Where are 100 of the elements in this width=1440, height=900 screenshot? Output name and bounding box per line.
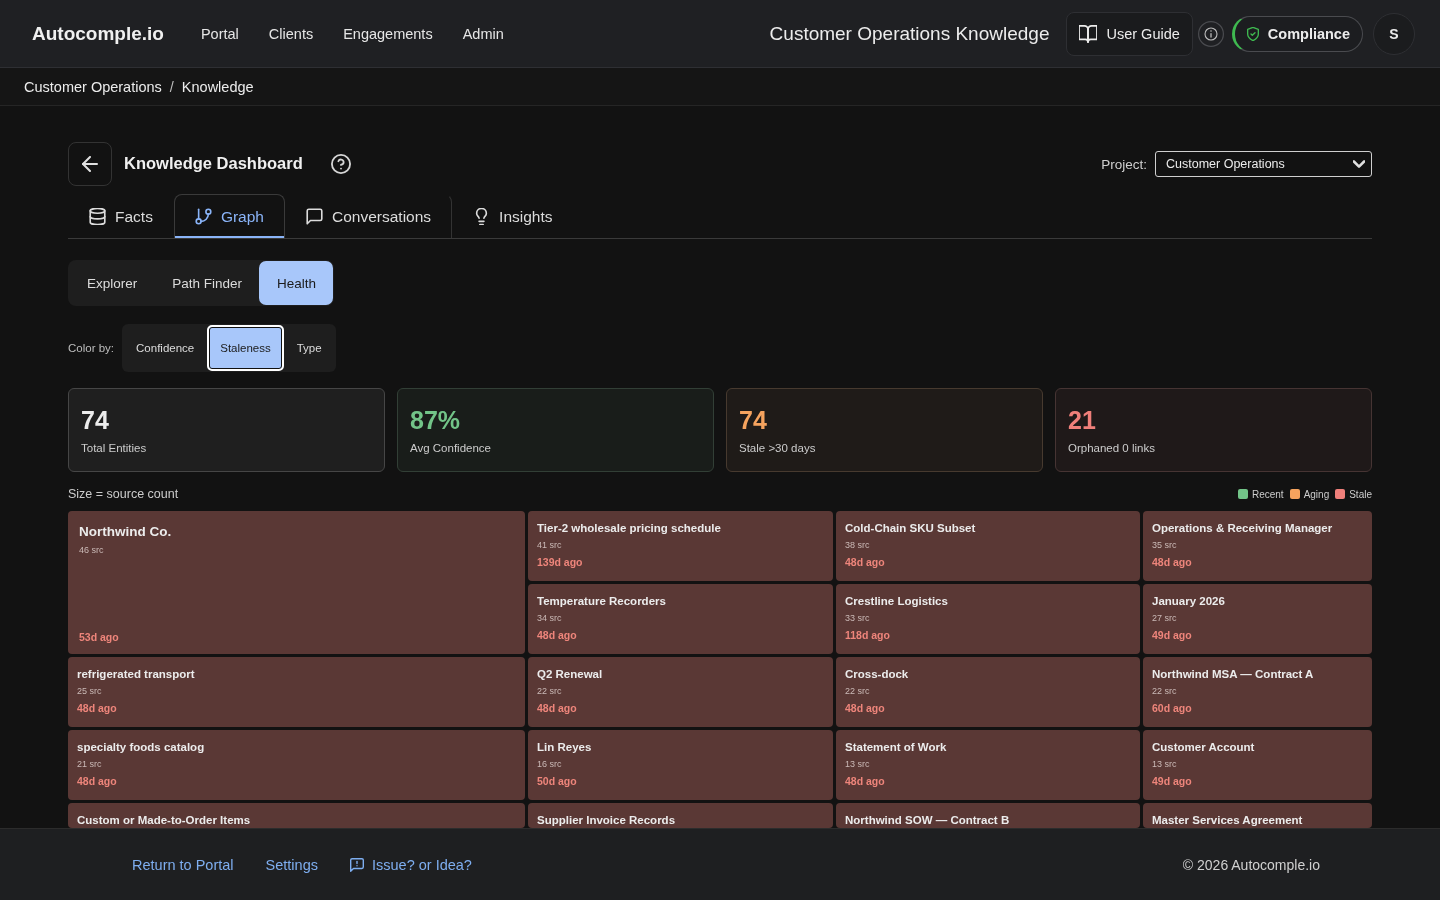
segment-button[interactable]: Confidence [123, 325, 208, 371]
treemap-tile[interactable]: Temperature Recorders 34 src 48d ago [528, 584, 833, 654]
avatar-button[interactable]: S [1373, 12, 1415, 55]
breadcrumb-link[interactable]: Customer Operations [24, 78, 162, 95]
tile-title: Customer Account [1152, 740, 1256, 754]
treemap-tile[interactable]: refrigerated transport 25 src 48d ago [68, 657, 525, 727]
tile-title: January 2026 [1152, 594, 1226, 608]
tile-source-count: 13 src [845, 758, 871, 770]
tile-title: Crestline Logistics [845, 594, 949, 608]
tile-source-count: 38 src [845, 539, 871, 551]
tile-title: Cold-Chain SKU Subset [845, 521, 977, 535]
tile-title: Lin Reyes [537, 740, 593, 754]
stat-label: Avg Confidence [410, 442, 492, 454]
tab[interactable]: Insights [452, 194, 574, 238]
book-icon [1079, 24, 1098, 43]
brand-link[interactable]: Autocomple.io [32, 22, 164, 45]
tile-age: 48d ago [845, 702, 886, 715]
treemap-tile[interactable]: Q2 Renewal 22 src 48d ago [528, 657, 833, 727]
user-guide-button[interactable]: User Guide [1066, 11, 1193, 56]
tile-age: 48d ago [1152, 556, 1193, 569]
treemap-tile[interactable]: Cross-dock 22 src 48d ago [836, 657, 1140, 727]
footer-link[interactable]: Settings [265, 856, 318, 873]
tile-source-count: 33 src [845, 612, 871, 624]
tab[interactable]: Facts [68, 194, 174, 238]
tile-source-count: 34 src [537, 612, 563, 624]
tile-title: specialty foods catalog [77, 740, 206, 754]
stat-value: 74 [81, 406, 110, 434]
treemap-tile[interactable]: Statement of Work 13 src 48d ago [836, 730, 1140, 800]
chat-bubble-icon [306, 208, 323, 225]
project-select[interactable]: Customer Operations [1155, 151, 1372, 177]
footer-link[interactable]: Return to Portal [132, 856, 234, 873]
arrow-left-icon [82, 156, 98, 172]
nav-link[interactable]: Portal [200, 25, 239, 42]
nav-link[interactable]: Clients [268, 25, 314, 42]
back-button[interactable] [68, 142, 112, 186]
help-icon[interactable] [330, 154, 351, 174]
tile-source-count: 27 src [1152, 612, 1178, 624]
tile-title: Temperature Recorders [537, 594, 667, 608]
tile-source-count: 22 src [537, 685, 563, 697]
tab[interactable]: Conversations [285, 194, 453, 238]
tile-title: Operations & Receiving Manager [1152, 521, 1334, 535]
treemap-tile[interactable]: Tier-2 wholesale pricing schedule 41 src 139d ago [528, 511, 833, 581]
tile-age: 53d ago [79, 631, 120, 644]
tile-source-count: 16 src [537, 758, 563, 770]
tile-title: refrigerated transport [77, 667, 196, 681]
tile-age: 48d ago [77, 775, 118, 788]
segment-button[interactable]: Staleness [207, 325, 284, 371]
treemap-tile[interactable]: Northwind Co. 46 src 53d ago [68, 511, 525, 654]
treemap-tile[interactable]: Operations & Receiving Manager 35 src 48d ago [1143, 511, 1372, 581]
legend-label: Recent [1251, 488, 1284, 500]
segment-button[interactable]: Path Finder [154, 261, 260, 305]
chevron-icon [1353, 158, 1365, 170]
treemap-tile[interactable]: Northwind SOW — Contract B [836, 803, 1140, 828]
shield-check-icon [1245, 26, 1260, 41]
tile-age: 48d ago [845, 556, 886, 569]
treemap-tile[interactable]: specialty foods catalog 21 src 48d ago [68, 730, 525, 800]
treemap-tile[interactable]: Master Services Agreement [1143, 803, 1372, 828]
segment-button[interactable]: Explorer [69, 261, 155, 305]
tile-age: 118d ago [845, 629, 891, 642]
tile-title: Cross-dock [845, 667, 910, 681]
breadcrumb-current: Knowledge [181, 78, 254, 95]
tab[interactable]: Graph [173, 194, 285, 238]
compliance-button[interactable]: Compliance [1231, 15, 1363, 52]
tile-source-count: 25 src [77, 685, 103, 697]
tile-source-count: 22 src [845, 685, 871, 697]
tile-age: 48d ago [77, 702, 118, 715]
nav-link[interactable]: Engagements [343, 25, 433, 42]
tile-title: Northwind SOW — Contract B [845, 813, 1011, 827]
nav-link[interactable]: Admin [462, 25, 504, 42]
segment-button[interactable]: Health [259, 261, 334, 305]
database-icon [89, 208, 106, 225]
tile-title: Northwind MSA — Contract A [1152, 667, 1315, 681]
tile-source-count: 13 src [1152, 758, 1178, 770]
footer-link[interactable]: Issue? or Idea? [349, 856, 472, 873]
treemap-tile[interactable]: Supplier Invoice Records [528, 803, 833, 828]
stat-value: 87% [410, 406, 462, 434]
treemap-tile[interactable]: Lin Reyes 16 src 50d ago [528, 730, 833, 800]
tile-age: 50d ago [537, 775, 578, 788]
treemap-tile[interactable]: January 2026 27 src 49d ago [1143, 584, 1372, 654]
tile-age: 139d ago [537, 556, 584, 569]
tile-source-count: 41 src [537, 539, 563, 551]
tile-title: Master Services Agreement [1152, 813, 1304, 827]
treemap-tile[interactable]: Custom or Made-to-Order Items [68, 803, 525, 828]
treemap-tile[interactable]: Northwind MSA — Contract A 22 src 60d ago [1143, 657, 1372, 727]
info-icon[interactable] [1197, 20, 1224, 47]
page-heading: Knowledge Dashboard [124, 153, 303, 173]
treemap-tile[interactable]: Cold-Chain SKU Subset 38 src 48d ago [836, 511, 1140, 581]
git-branch-icon [194, 208, 212, 225]
segment-button[interactable]: Type [283, 325, 335, 371]
tile-title: Custom or Made-to-Order Items [77, 813, 252, 827]
legend-label: Aging [1303, 488, 1330, 500]
stat-label: Orphaned 0 links [1068, 442, 1156, 454]
treemap-tile[interactable]: Customer Account 13 src 49d ago [1143, 730, 1372, 800]
color-by-label: Color by: [68, 342, 115, 354]
page-title: Customer Operations Knowledge [769, 22, 1050, 45]
tile-age: 48d ago [537, 702, 578, 715]
stat-label: Total Entities [81, 442, 148, 454]
tile-source-count: 22 src [1152, 685, 1178, 697]
treemap-tile[interactable]: Crestline Logistics 33 src 118d ago [836, 584, 1140, 654]
tile-age: 48d ago [537, 629, 578, 642]
